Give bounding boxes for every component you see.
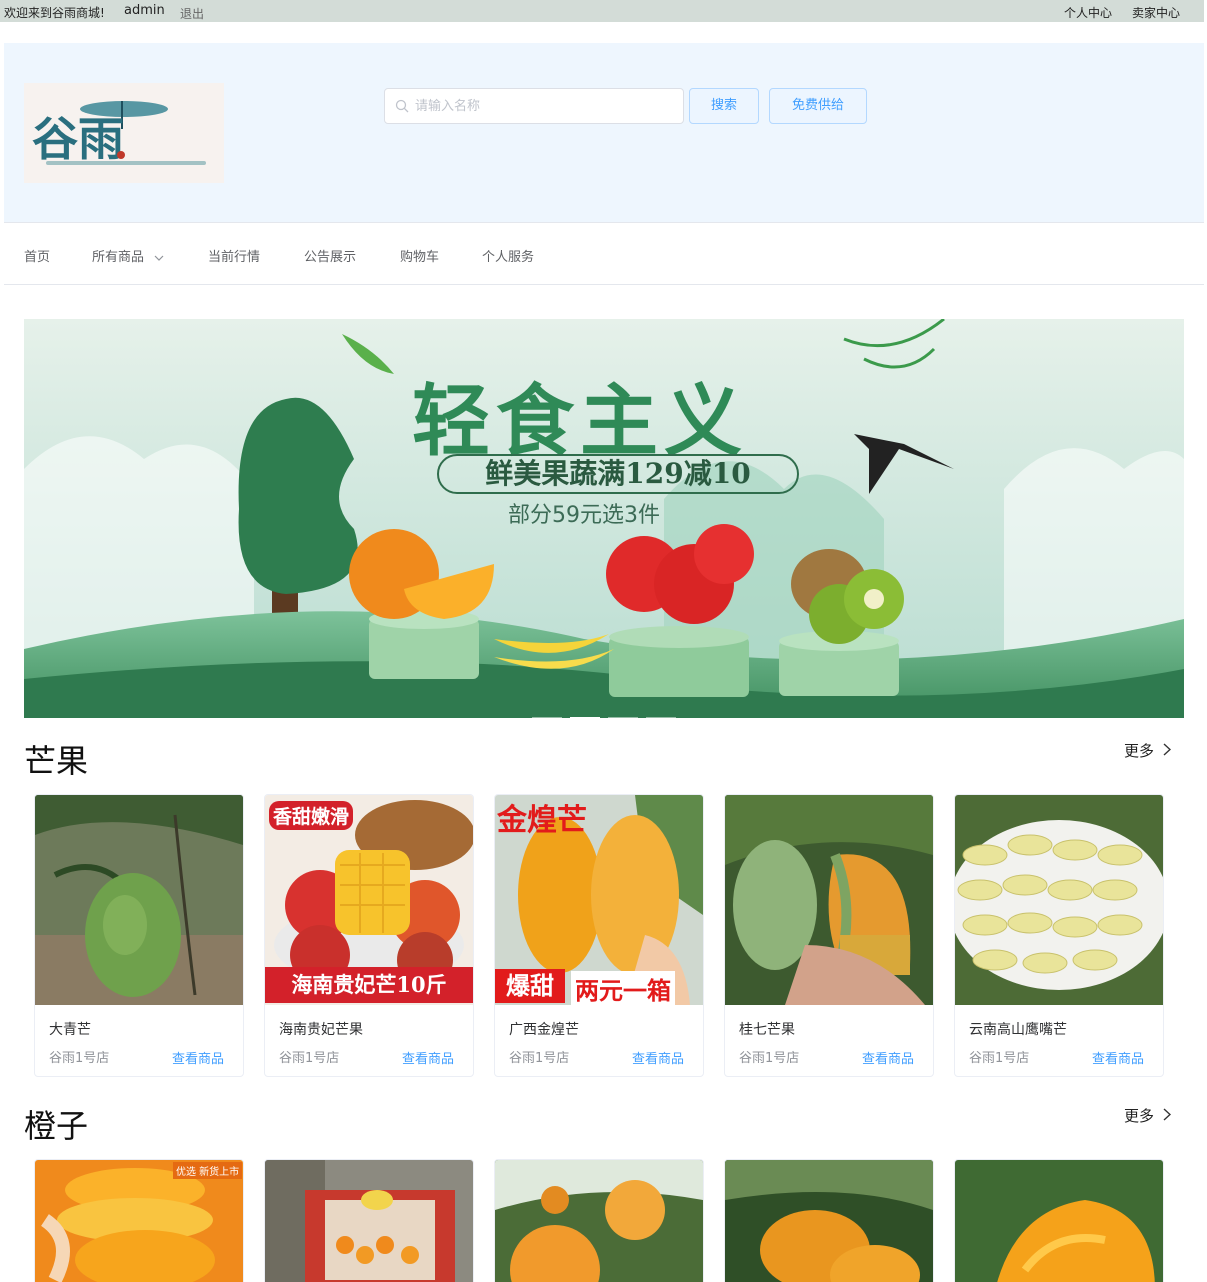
- shop-name: 谷雨1号店: [49, 1051, 110, 1066]
- logout-link[interactable]: 退出: [180, 5, 204, 22]
- shop-name: 谷雨1号店: [969, 1051, 1030, 1066]
- image-overlay-text: 优选 新货上市: [173, 1162, 243, 1179]
- product-card[interactable]: 香甜嫩滑 海南贵妃芒10斤 海南贵妃芒果 谷雨1号店 查看商品: [264, 794, 474, 1077]
- product-card[interactable]: [724, 1159, 934, 1282]
- view-product-link[interactable]: 查看商品: [862, 1048, 914, 1067]
- carousel-dot-active[interactable]: [570, 717, 600, 718]
- logo-text: 谷雨: [32, 112, 124, 166]
- product-image[interactable]: [265, 1160, 473, 1282]
- site-logo[interactable]: 谷雨: [24, 83, 224, 183]
- section-title-mango: 芒果: [24, 742, 89, 780]
- product-image[interactable]: [955, 1160, 1163, 1282]
- carousel-indicators: [532, 704, 684, 718]
- shop-name: 谷雨1号店: [739, 1051, 800, 1066]
- search-input[interactable]: [415, 91, 675, 121]
- username-link[interactable]: admin: [124, 3, 165, 18]
- carousel-dot[interactable]: [608, 717, 638, 718]
- chevron-right-icon: [1163, 743, 1171, 756]
- search-button[interactable]: 搜索: [689, 88, 759, 124]
- product-image[interactable]: 金煌芒 爆甜 两元一箱: [495, 795, 703, 1005]
- welcome-text: 欢迎来到谷雨商城!: [4, 6, 105, 20]
- banner-subtitle: 鲜美果蔬满129减10: [437, 454, 799, 494]
- product-image[interactable]: [725, 795, 933, 1005]
- product-name: 桂七芒果: [739, 1022, 795, 1038]
- chevron-down-icon: [154, 255, 164, 261]
- main-nav: 首页 所有商品 当前行情 公告展示 购物车 个人服务: [4, 224, 1204, 285]
- product-name: 云南高山鹰嘴芒: [969, 1022, 1067, 1038]
- product-card[interactable]: 金煌芒 爆甜 两元一箱 广西金煌芒 谷雨1号店 查看商品: [494, 794, 704, 1077]
- product-image[interactable]: 优选 新货上市: [35, 1160, 243, 1282]
- more-link-mango[interactable]: 更多: [1124, 740, 1171, 761]
- seller-center-link[interactable]: 卖家中心: [1132, 4, 1180, 21]
- image-overlay-text: 爆甜: [495, 969, 565, 1003]
- product-image[interactable]: [35, 795, 243, 1005]
- image-overlay-text: 金煌芒: [497, 803, 587, 838]
- image-overlay-text: 两元一箱: [571, 971, 675, 1005]
- carousel-dot[interactable]: [532, 717, 562, 718]
- nav-item-personal-service[interactable]: 个人服务: [482, 246, 534, 265]
- view-product-link[interactable]: 查看商品: [632, 1048, 684, 1067]
- section-title-orange: 橙子: [24, 1107, 89, 1145]
- product-card[interactable]: [494, 1159, 704, 1282]
- view-product-link[interactable]: 查看商品: [1092, 1048, 1144, 1067]
- header: 谷雨 搜索 免费供给: [4, 43, 1204, 223]
- more-link-orange[interactable]: 更多: [1124, 1105, 1171, 1126]
- nav-item-cart[interactable]: 购物车: [400, 246, 439, 265]
- promo-banner-carousel[interactable]: 轻食主义 鲜美果蔬满129减10 部分59元选3件: [24, 319, 1184, 718]
- search-box[interactable]: [384, 88, 684, 124]
- image-overlay-text: 香甜嫩滑: [269, 801, 354, 830]
- nav-item-announcements[interactable]: 公告展示: [304, 246, 356, 265]
- product-name: 大青芒: [49, 1022, 91, 1038]
- more-label: 更多: [1124, 742, 1155, 760]
- product-name: 海南贵妃芒果: [279, 1022, 363, 1038]
- shop-name: 谷雨1号店: [509, 1051, 570, 1066]
- top-bar: 欢迎来到谷雨商城! admin 退出 个人中心 卖家中心: [0, 0, 1204, 22]
- product-image[interactable]: [955, 795, 1163, 1005]
- carousel-dot[interactable]: [646, 717, 676, 718]
- view-product-link[interactable]: 查看商品: [402, 1048, 454, 1067]
- image-overlay-text: 海南贵妃芒10斤: [265, 967, 473, 1003]
- nav-item-home[interactable]: 首页: [24, 246, 50, 265]
- search-icon: [395, 99, 409, 113]
- product-image[interactable]: [725, 1160, 933, 1282]
- product-image[interactable]: 香甜嫩滑 海南贵妃芒10斤: [265, 795, 473, 1005]
- shop-name: 谷雨1号店: [279, 1051, 340, 1066]
- product-name: 广西金煌芒: [509, 1022, 579, 1038]
- view-product-link[interactable]: 查看商品: [172, 1048, 224, 1067]
- more-label: 更多: [1124, 1107, 1155, 1125]
- product-card[interactable]: 桂七芒果 谷雨1号店 查看商品: [724, 794, 934, 1077]
- nav-item-label: 所有商品: [92, 250, 145, 265]
- nav-item-market[interactable]: 当前行情: [208, 246, 260, 265]
- personal-center-link[interactable]: 个人中心: [1064, 4, 1112, 21]
- product-card[interactable]: 大青芒 谷雨1号店 查看商品: [34, 794, 244, 1077]
- product-card[interactable]: [264, 1159, 474, 1282]
- free-supply-button[interactable]: 免费供给: [769, 88, 867, 124]
- product-image[interactable]: [495, 1160, 703, 1282]
- banner-subtitle-2: 部分59元选3件: [508, 503, 660, 528]
- product-card[interactable]: 优选 新货上市: [34, 1159, 244, 1282]
- nav-item-all-products[interactable]: 所有商品: [92, 246, 164, 265]
- chevron-right-icon: [1163, 1108, 1171, 1121]
- product-card[interactable]: [954, 1159, 1164, 1282]
- product-card[interactable]: 云南高山鹰嘴芒 谷雨1号店 查看商品: [954, 794, 1164, 1077]
